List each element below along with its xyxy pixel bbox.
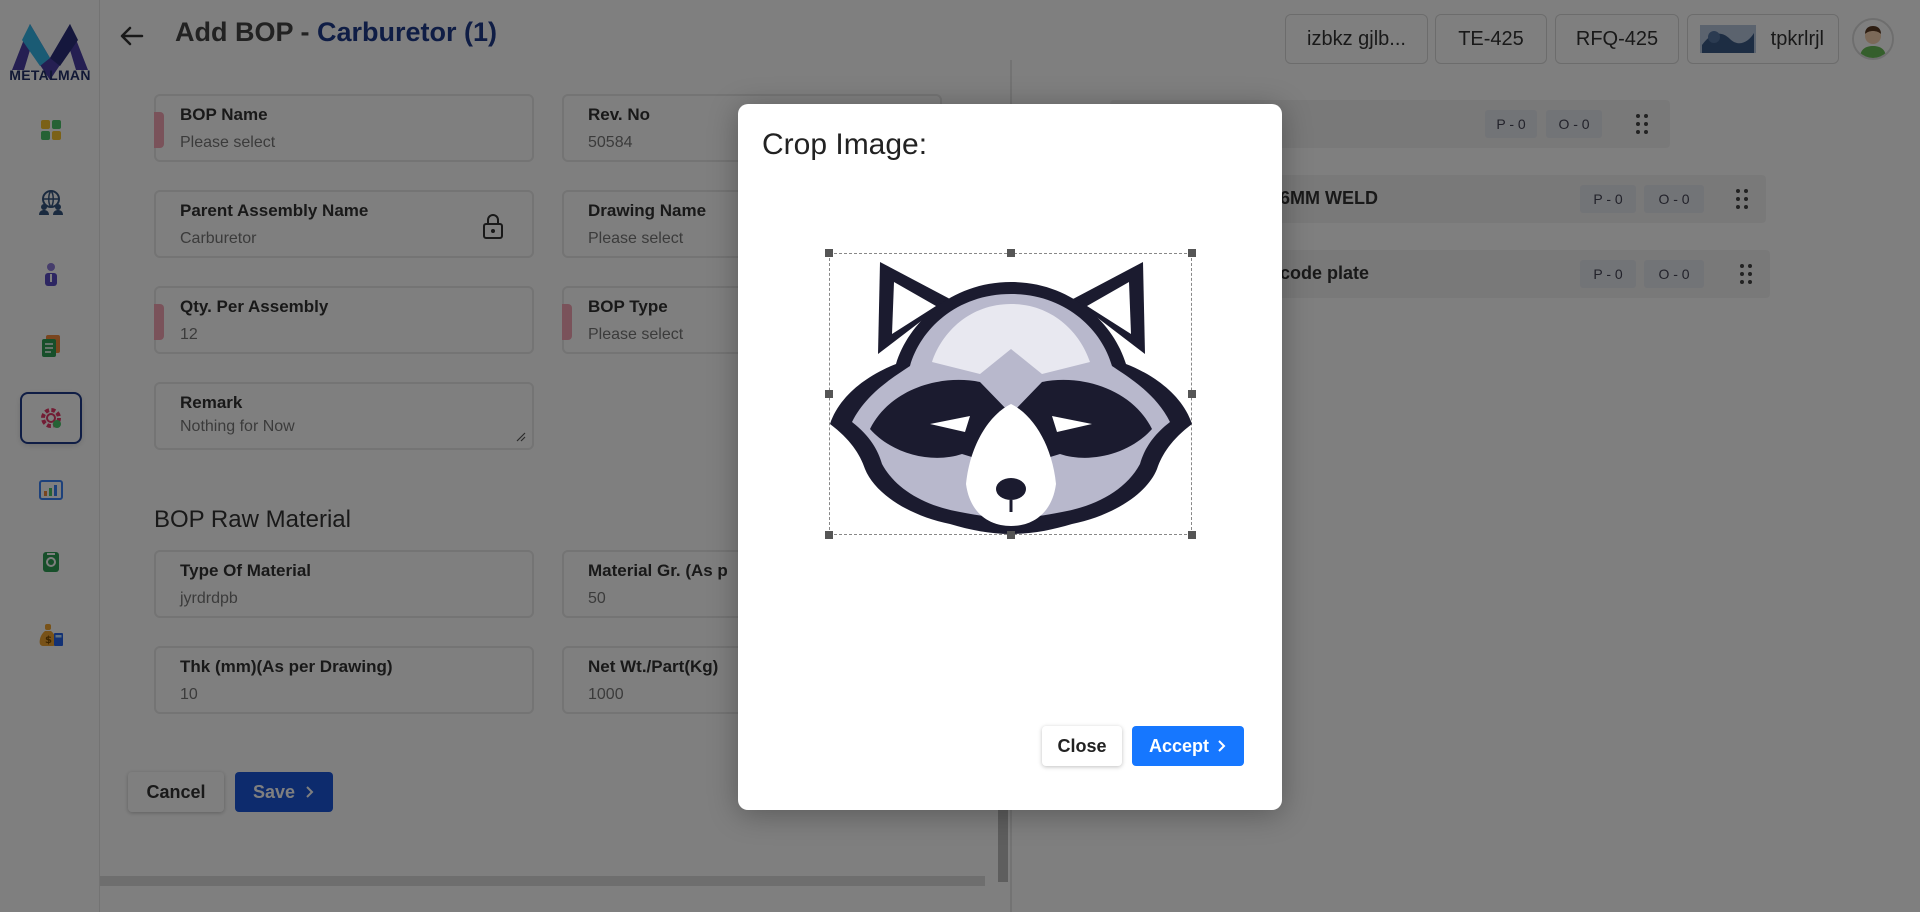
crop-handle-bottom-right[interactable]	[1188, 531, 1196, 539]
raccoon-image	[830, 262, 1192, 534]
modal-title: Crop Image:	[762, 128, 928, 161]
crop-handle-left[interactable]	[825, 390, 833, 398]
crop-area[interactable]	[825, 249, 1196, 539]
crop-handle-bottom-left[interactable]	[825, 531, 833, 539]
crop-handle-top-left[interactable]	[825, 249, 833, 257]
accept-button-label: Accept	[1148, 735, 1210, 756]
close-button[interactable]: Close	[1042, 726, 1122, 766]
crop-handle-top-right[interactable]	[1188, 249, 1196, 257]
chevron-right-icon	[1218, 740, 1226, 752]
crop-handle-right[interactable]	[1188, 390, 1196, 398]
crop-image-modal: Crop Image: Close Accept	[738, 104, 1282, 810]
crop-handle-bottom[interactable]	[1007, 531, 1015, 539]
accept-button[interactable]: Accept	[1132, 726, 1244, 766]
close-button-label: Close	[1057, 735, 1107, 756]
crop-handle-top[interactable]	[1007, 249, 1015, 257]
